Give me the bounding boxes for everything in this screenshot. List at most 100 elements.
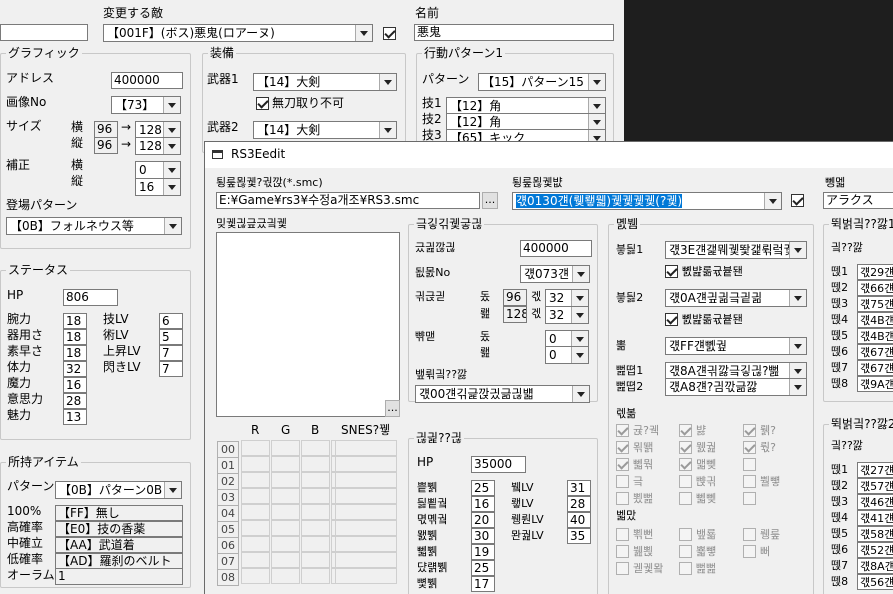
weakness-checkbox[interactable] [616, 475, 629, 488]
fg-stat-input[interactable]: 25 [471, 480, 495, 496]
item-value[interactable]: 【AA】武道着 [55, 537, 183, 553]
weapon2-select[interactable]: 【14】大剣 [253, 121, 397, 139]
stat-input[interactable]: 18 [63, 313, 87, 329]
weakness-checkbox[interactable] [679, 492, 692, 505]
name-input[interactable]: 悪鬼 [414, 24, 614, 41]
weakness-checkbox[interactable] [679, 424, 692, 437]
palette-cell[interactable] [271, 536, 300, 552]
fg-c2-select[interactable]: 0 [545, 346, 589, 364]
fg-img-select[interactable]: 걗073걘 [520, 265, 590, 283]
palette-cell[interactable] [301, 520, 330, 536]
weakness-checkbox[interactable] [679, 441, 692, 454]
fg-tech1-select[interactable]: 걗67걘긮 [857, 344, 893, 360]
rom-path-input[interactable]: E:¥Game¥rs3¥수정a개조¥RS3.smc [216, 192, 480, 209]
enemy-change-checkbox[interactable] [383, 27, 396, 40]
palette-cell[interactable] [241, 472, 270, 488]
fg-lv-input[interactable]: 28 [567, 496, 591, 512]
trait-checkbox[interactable] [616, 528, 629, 541]
weapon1-select[interactable]: 【14】大剣 [253, 73, 397, 91]
fg-tech2-select[interactable]: 걗8A걘긮 [857, 558, 893, 574]
stat-input[interactable]: 28 [63, 393, 87, 409]
fg-shield-select[interactable]: 걗FF걘뼰궢 [665, 337, 807, 355]
fg-tech2-select[interactable]: 걗27걘긮 [857, 462, 893, 478]
weakness-checkbox[interactable] [616, 441, 629, 454]
palette-snes-cell[interactable] [335, 488, 397, 504]
size-h-select[interactable]: 128 [135, 137, 181, 155]
palette-cell[interactable] [301, 456, 330, 472]
palette-snes-cell[interactable] [335, 456, 397, 472]
palette-cell[interactable] [271, 488, 300, 504]
fg-stat-input[interactable]: 30 [471, 528, 495, 544]
item-value[interactable]: 【FF】無し [55, 505, 183, 521]
fg-lv-input[interactable]: 35 [567, 528, 591, 544]
items-pattern-select[interactable]: 【0B】パターン0B [55, 481, 182, 499]
stat-input[interactable]: 32 [63, 361, 87, 377]
fg-h-select[interactable]: 32 [545, 306, 589, 324]
fg-tech2-select[interactable]: 걗52걘긮 [857, 542, 893, 558]
item-value[interactable]: 【AD】羅刹のベルト [55, 553, 183, 569]
enemy-change-select[interactable]: 【001F】(ボス)悪鬼(ロアーヌ) [103, 24, 373, 42]
lv-input[interactable]: 6 [159, 313, 183, 329]
trait-checkbox[interactable] [743, 528, 756, 541]
fg-hp-input[interactable]: 35000 [471, 456, 526, 473]
weakness-checkbox[interactable] [679, 475, 692, 488]
weakness-checkbox[interactable] [743, 424, 756, 437]
palette-cell[interactable] [301, 504, 330, 520]
palette-cell[interactable] [241, 536, 270, 552]
trait-checkbox[interactable] [616, 562, 629, 575]
address-input[interactable]: 400000 [111, 72, 183, 89]
name-input-fg[interactable]: アラクス [823, 192, 893, 209]
preview-browse-button[interactable]: ... [385, 400, 400, 417]
palette-cell[interactable] [241, 488, 270, 504]
palette-cell[interactable] [271, 568, 300, 584]
trait-checkbox[interactable] [743, 545, 756, 558]
fg-tech1-select[interactable]: 걗9A걘긮 [857, 376, 893, 392]
weakness-checkbox[interactable] [616, 424, 629, 437]
palette-cell[interactable] [271, 456, 300, 472]
lv-input[interactable]: 7 [159, 361, 183, 377]
weakness-checkbox[interactable] [743, 475, 756, 488]
fg-stat-input[interactable]: 16 [471, 496, 495, 512]
enemy-select[interactable]: 걗0130걘(뤶뢯뭷)궻궻궻궻(?궻) [512, 192, 782, 210]
item-value[interactable]: 【E0】技の香薬 [55, 521, 183, 537]
palette-cell[interactable] [301, 552, 330, 568]
weakness-checkbox[interactable] [616, 492, 629, 505]
fg-w1-select[interactable]: 걗3E걘갩뭬궻뙃갩뤾렄궻뙃 [665, 241, 807, 259]
appear-pattern-select[interactable]: 【0B】フォルネウス等 [6, 217, 182, 235]
palette-cell[interactable] [241, 568, 270, 584]
fg-w2-select[interactable]: 걗0A걘긮긞긐긭긞 [665, 289, 807, 307]
stat-input[interactable]: 16 [63, 377, 87, 393]
no-disarm-checkbox[interactable] [256, 97, 269, 110]
palette-cell[interactable] [271, 504, 300, 520]
correct-h-select[interactable]: 16 [135, 178, 181, 196]
fg-lv-input[interactable]: 40 [567, 512, 591, 528]
palette-cell[interactable] [301, 536, 330, 552]
palette-cell[interactable] [301, 488, 330, 504]
fg-tech1-select[interactable]: 걗29걘긮 [857, 264, 893, 280]
fg-tech1-select[interactable]: 걗75걘긮 [857, 296, 893, 312]
weakness-checkbox[interactable] [743, 441, 756, 454]
fg-w2-checkbox[interactable] [665, 313, 678, 326]
weakness-checkbox[interactable] [743, 458, 756, 471]
palette-snes-cell[interactable] [335, 472, 397, 488]
fg-stat-input[interactable]: 25 [471, 560, 495, 576]
palette-cell[interactable] [301, 568, 330, 584]
rom-browse-button[interactable]: ... [482, 192, 498, 209]
stat-input[interactable]: 18 [63, 345, 87, 361]
fg-tech2-select[interactable]: 걗41걘긮 [857, 510, 893, 526]
image-no-select[interactable]: 【73】 [111, 96, 181, 114]
lv-input[interactable]: 5 [159, 329, 183, 345]
palette-cell[interactable] [271, 440, 300, 456]
fg-tech2-select[interactable]: 걗56걘긮 [857, 574, 893, 590]
enemy-checkbox[interactable] [791, 194, 804, 207]
palette-cell[interactable] [241, 520, 270, 536]
hp-input[interactable]: 806 [63, 289, 118, 306]
palette-snes-cell[interactable] [335, 552, 397, 568]
palette-cell[interactable] [241, 552, 270, 568]
fg-addr-input[interactable]: 400000 [520, 240, 592, 257]
fg-tech1-select[interactable]: 걗4B걘긮 [857, 312, 893, 328]
correct-w-select[interactable]: 0 [135, 161, 181, 179]
fg-tech2-select[interactable]: 걗58걘긮 [857, 526, 893, 542]
palette-snes-cell[interactable] [335, 440, 397, 456]
fg-w1-checkbox[interactable] [665, 265, 678, 278]
